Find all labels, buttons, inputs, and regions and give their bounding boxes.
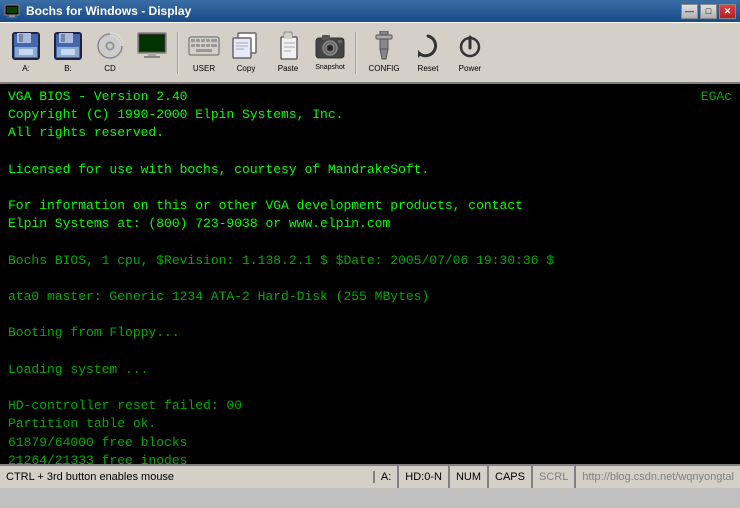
toolbar-sep-2 bbox=[355, 32, 357, 74]
display-line: 21264/21333 free inodes bbox=[8, 452, 732, 464]
display-line: Booting from Floppy... bbox=[8, 324, 732, 342]
status-right: A: HD:0-N NUM CAPS SCRL http://blog.csdn… bbox=[375, 466, 740, 488]
power-label: Power bbox=[459, 64, 482, 73]
display-line: All rights reserved. bbox=[8, 124, 732, 142]
status-bar: CTRL + 3rd button enables mouse A: HD:0-… bbox=[0, 464, 740, 488]
toolbar-sep-1 bbox=[177, 32, 179, 74]
toolbar-config[interactable]: CONFIG bbox=[362, 27, 406, 79]
display-line bbox=[8, 270, 732, 288]
cd-icon bbox=[94, 30, 126, 62]
title-text: Bochs for Windows - Display bbox=[4, 3, 191, 19]
toolbar-snapshot[interactable]: Snapshot bbox=[310, 27, 350, 79]
status-left-text: CTRL + 3rd button enables mouse bbox=[0, 471, 375, 483]
toolbar-floppy-a[interactable]: A: bbox=[6, 27, 46, 79]
display-line: Elpin Systems at: (800) 723-9038 or www.… bbox=[8, 215, 732, 233]
toolbar-floppy-b[interactable]: B: bbox=[48, 27, 88, 79]
display-line bbox=[8, 179, 732, 197]
reset-label: Reset bbox=[418, 64, 439, 73]
toolbar-cd[interactable]: CD bbox=[90, 27, 130, 79]
reset-icon bbox=[412, 30, 444, 62]
scrl-indicator: SCRL bbox=[533, 466, 576, 488]
display-line: Partition table ok. bbox=[8, 415, 732, 433]
snapshot-label: Snapshot bbox=[315, 64, 345, 71]
toolbar-paste[interactable]: Paste bbox=[268, 27, 308, 79]
display-line: VGA BIOS - Version 2.40 bbox=[8, 88, 732, 106]
drive-indicator: A: bbox=[375, 466, 399, 488]
user-label: USER bbox=[193, 64, 215, 73]
floppy-a-icon bbox=[10, 30, 42, 62]
toolbar-copy[interactable]: Copy bbox=[226, 27, 266, 79]
title-controls: — □ ✕ bbox=[681, 4, 736, 19]
drive-info: HD:0-N bbox=[399, 466, 450, 488]
floppy-b-label: B: bbox=[64, 64, 72, 73]
power-icon bbox=[454, 30, 486, 62]
minimize-button[interactable]: — bbox=[681, 4, 698, 19]
toolbar-power[interactable]: Power bbox=[450, 27, 490, 79]
paste-icon bbox=[272, 30, 304, 62]
copy-icon bbox=[230, 30, 262, 62]
num-indicator: NUM bbox=[450, 466, 489, 488]
display-line bbox=[8, 379, 732, 397]
keyboard-icon bbox=[188, 30, 220, 62]
display-line: Bochs BIOS, 1 cpu, $Revision: 1.138.2.1 … bbox=[8, 252, 732, 270]
display-line: HD-controller reset failed: 00 bbox=[8, 397, 732, 415]
screen-icon bbox=[136, 30, 168, 62]
floppy-b-icon bbox=[52, 30, 84, 62]
display-line bbox=[8, 306, 732, 324]
toolbar-reset[interactable]: Reset bbox=[408, 27, 448, 79]
toolbar-screen[interactable] bbox=[132, 27, 172, 79]
display-line: Copyright (C) 1990-2000 Elpin Systems, I… bbox=[8, 106, 732, 124]
title-icon bbox=[4, 3, 20, 19]
copy-label: Copy bbox=[237, 64, 256, 73]
egac-label: EGAc bbox=[701, 88, 732, 106]
cd-label: CD bbox=[104, 64, 116, 73]
maximize-button[interactable]: □ bbox=[700, 4, 717, 19]
floppy-a-label: A: bbox=[22, 64, 30, 73]
status-url: http://blog.csdn.net/wqnyongtal bbox=[576, 471, 740, 483]
display-line bbox=[8, 234, 732, 252]
caps-indicator: CAPS bbox=[489, 466, 533, 488]
display-area: EGAc VGA BIOS - Version 2.40Copyright (C… bbox=[0, 84, 740, 464]
display-line: For information on this or other VGA dev… bbox=[8, 197, 732, 215]
config-icon bbox=[368, 30, 400, 62]
close-button[interactable]: ✕ bbox=[719, 4, 736, 19]
display-line bbox=[8, 143, 732, 161]
paste-label: Paste bbox=[278, 64, 298, 73]
display-line bbox=[8, 343, 732, 361]
toolbar: A: B: CD bbox=[0, 22, 740, 84]
toolbar-user[interactable]: USER bbox=[184, 27, 224, 79]
display-line: Licensed for use with bochs, courtesy of… bbox=[8, 161, 732, 179]
display-line: 61879/64000 free blocks bbox=[8, 434, 732, 452]
display-line: Loading system ... bbox=[8, 361, 732, 379]
title-bar: Bochs for Windows - Display — □ ✕ bbox=[0, 0, 740, 22]
config-label: CONFIG bbox=[368, 64, 399, 73]
display-content: VGA BIOS - Version 2.40Copyright (C) 199… bbox=[8, 88, 732, 464]
display-line: ata0 master: Generic 1234 ATA-2 Hard-Dis… bbox=[8, 288, 732, 306]
snapshot-icon bbox=[314, 30, 346, 62]
